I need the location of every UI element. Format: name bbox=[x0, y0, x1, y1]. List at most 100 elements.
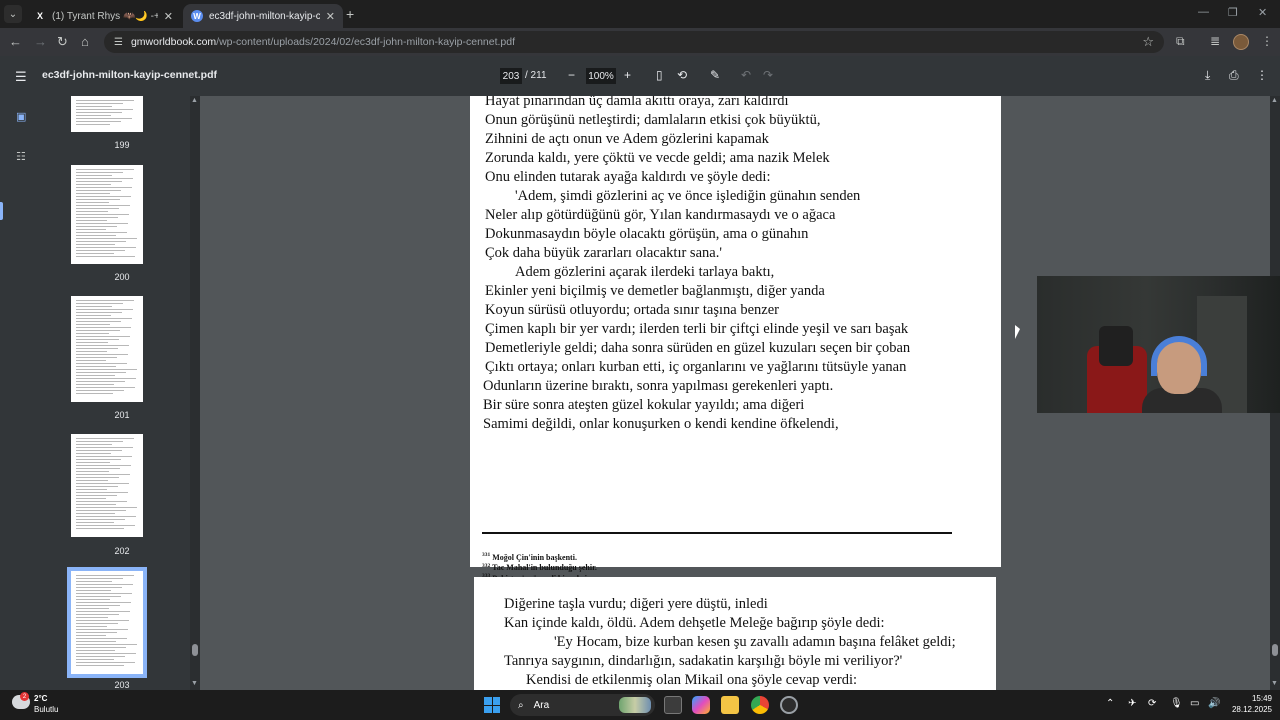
thumbnail-text-line bbox=[76, 453, 111, 454]
sync-icon[interactable]: ⟳ bbox=[1148, 698, 1156, 709]
scroll-up-icon[interactable]: ▲ bbox=[191, 97, 198, 104]
thumbnail-text-line bbox=[76, 510, 126, 511]
thumbnail-text-line bbox=[76, 351, 107, 352]
thumbnail-text-line bbox=[76, 495, 117, 496]
site-info-icon[interactable]: ☰ bbox=[114, 37, 123, 48]
thumbnail-text-line bbox=[76, 235, 116, 236]
home-icon[interactable]: ⌂ bbox=[81, 34, 89, 49]
system-clock[interactable]: 15:49 28.12.2025 bbox=[1226, 693, 1272, 715]
redo-icon[interactable]: ↷ bbox=[763, 68, 773, 82]
tab-search-button[interactable]: ⌄ bbox=[4, 5, 22, 23]
thumbnail-text-line bbox=[76, 256, 135, 257]
thumbnail-text-line bbox=[76, 480, 108, 481]
text-line: Zihnini de açtı onun ve Adem gözlerini k… bbox=[485, 131, 769, 147]
chrome-icon[interactable] bbox=[751, 696, 769, 714]
scroll-down-icon[interactable]: ▼ bbox=[191, 680, 198, 687]
thumbnails-view-icon[interactable]: ▣ bbox=[16, 110, 26, 123]
new-tab-button[interactable]: + bbox=[346, 6, 354, 22]
thumbnail-label: 201 bbox=[114, 410, 130, 420]
bookmark-star-icon[interactable]: ☆ bbox=[1142, 34, 1154, 50]
annotate-icon[interactable]: ✎ bbox=[710, 68, 720, 82]
undo-icon[interactable]: ↶ bbox=[741, 68, 751, 82]
text-line: 'Ey Hocam, bize kurban kesen şu zavallı … bbox=[554, 634, 956, 650]
thumbnail-text-line bbox=[76, 662, 135, 663]
zoom-level-input[interactable]: 100% bbox=[586, 68, 616, 84]
scrollbar-thumb[interactable] bbox=[192, 644, 198, 656]
scrollbar-thumb[interactable] bbox=[1272, 644, 1278, 656]
thumbnail-text-line bbox=[76, 525, 135, 526]
page-thumbnail[interactable] bbox=[71, 96, 143, 132]
print-icon[interactable]: ⎙ bbox=[1229, 68, 1239, 83]
thumbnail-text-line bbox=[76, 250, 125, 251]
thumbnail-text-line bbox=[76, 190, 121, 191]
close-window-icon[interactable]: ✕ bbox=[1258, 6, 1267, 19]
thumbnail-text-line bbox=[76, 450, 122, 451]
taskbar-search[interactable]: ⌕ Ara bbox=[510, 694, 655, 716]
outline-view-icon[interactable]: ☷ bbox=[16, 150, 26, 163]
thumbnail-text-line bbox=[76, 441, 123, 442]
weather-temperature[interactable]: 2°C bbox=[34, 694, 47, 703]
thumbnail-text-line bbox=[76, 220, 107, 221]
close-tab-icon[interactable]: ✕ bbox=[164, 10, 173, 23]
webcam-overlay bbox=[1037, 276, 1280, 413]
zoom-in-icon[interactable]: + bbox=[624, 68, 631, 82]
thumbnail-text-line bbox=[76, 369, 137, 370]
task-view-icon[interactable] bbox=[664, 696, 682, 714]
thumbnail-text-line bbox=[76, 575, 134, 576]
thumbnail-text-line bbox=[76, 199, 120, 200]
thumbnail-text-line bbox=[76, 665, 124, 666]
thumbnail-text-line bbox=[76, 357, 117, 358]
address-bar[interactable]: ☰ gmworldbook.com/wp-content/uploads/202… bbox=[104, 31, 1164, 53]
volume-icon[interactable]: 🔊 bbox=[1208, 698, 1220, 709]
reading-list-icon[interactable]: ≣ bbox=[1210, 34, 1220, 48]
tray-overflow-icon[interactable]: ⌃ bbox=[1106, 698, 1114, 709]
rotate-icon[interactable]: ⟲ bbox=[677, 68, 687, 82]
tab-pdf[interactable]: W ec3df-john-milton-kayip-cennet ✕ bbox=[183, 4, 343, 28]
text-line: Kan içinde kaldı, öldü. Adem dehşetle Me… bbox=[504, 615, 885, 631]
url-path: /wp-content/uploads/2024/02/ec3df-john-m… bbox=[216, 36, 516, 48]
start-button[interactable] bbox=[484, 697, 500, 713]
thumbnail-text-line bbox=[76, 309, 133, 310]
close-tab-icon[interactable]: ✕ bbox=[326, 10, 335, 23]
page-total: / 211 bbox=[525, 70, 547, 81]
recording-app-icon[interactable] bbox=[780, 696, 798, 714]
profile-avatar[interactable] bbox=[1233, 34, 1249, 50]
network-icon[interactable]: ▭ bbox=[1190, 698, 1199, 709]
thumbnail-text-line bbox=[76, 614, 119, 615]
zoom-out-icon[interactable]: − bbox=[568, 68, 575, 82]
pdf-more-icon[interactable]: ⋮ bbox=[1256, 68, 1268, 82]
back-icon[interactable]: ← bbox=[9, 34, 22, 49]
scroll-down-icon[interactable]: ▼ bbox=[1271, 680, 1278, 687]
page-number-input[interactable]: 203 bbox=[500, 68, 522, 84]
tray-app-icon[interactable]: ✈ bbox=[1128, 698, 1136, 709]
minimize-icon[interactable]: — bbox=[1198, 6, 1209, 18]
scroll-up-icon[interactable]: ▲ bbox=[1271, 97, 1278, 104]
restore-icon[interactable]: ❐ bbox=[1228, 6, 1238, 19]
thumbnail-text-line bbox=[76, 632, 117, 633]
weather-description[interactable]: Bulutlu bbox=[34, 705, 58, 714]
download-icon[interactable]: ⤓ bbox=[1205, 68, 1210, 83]
page-thumbnail[interactable] bbox=[71, 296, 143, 402]
tab-twitter[interactable]: X (1) Tyrant Rhys 🦇🌙 -+ Vampire ✕ bbox=[26, 4, 181, 28]
pdf-toolbar: ☰ ec3df-john-milton-kayip-cennet.pdf 203… bbox=[0, 56, 1280, 96]
thumbnail-text-line bbox=[76, 229, 106, 230]
copilot-icon[interactable] bbox=[692, 696, 710, 714]
thumbnail-scrollbar[interactable]: ▲ ▼ bbox=[190, 96, 200, 690]
search-highlight-image bbox=[619, 697, 651, 713]
fit-page-icon[interactable]: ▯ bbox=[656, 68, 663, 82]
file-explorer-icon[interactable] bbox=[721, 696, 739, 714]
page-thumbnail[interactable] bbox=[71, 165, 143, 264]
microphone-icon[interactable]: 🎙 bbox=[1170, 698, 1183, 709]
thumbnail-text-line bbox=[76, 172, 123, 173]
forward-icon[interactable]: → bbox=[34, 34, 47, 49]
extensions-icon[interactable]: ⧉ bbox=[1176, 34, 1185, 49]
thumbnail-text-line bbox=[76, 226, 117, 227]
page-thumbnail-selected[interactable] bbox=[67, 567, 147, 678]
sidebar-toggle-icon[interactable]: ☰ bbox=[15, 69, 27, 85]
page-thumbnail[interactable] bbox=[71, 434, 143, 537]
thumbnail-text-line bbox=[76, 109, 133, 110]
thumbnail-text-line bbox=[76, 253, 114, 254]
browser-menu-icon[interactable]: ⋮ bbox=[1261, 34, 1273, 48]
reload-icon[interactable]: ↻ bbox=[57, 34, 68, 50]
thumbnail-text-line bbox=[76, 635, 106, 636]
